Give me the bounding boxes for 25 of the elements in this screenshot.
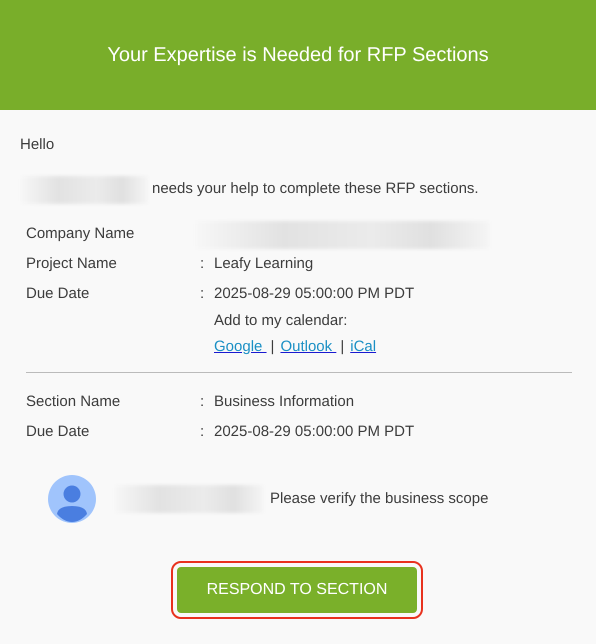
intro-text: needs your help to complete these RFP sections. (152, 179, 479, 200)
separator-text: : (200, 422, 206, 442)
field-value: Leafy Learning (214, 254, 314, 274)
field-label: Project Name (26, 254, 118, 274)
calendar-link[interactable]: Google (214, 336, 267, 358)
calendar-link[interactable]: Outlook (280, 336, 336, 358)
field-label: Company Name (26, 224, 136, 244)
separator-text: : (200, 392, 206, 412)
field-value: Business Information (214, 392, 354, 412)
link-divider: | (270, 336, 274, 356)
comment-text: Please verify the business scope (270, 488, 488, 509)
calendar-link[interactable]: iCal (350, 336, 376, 358)
field-label: Due Date (26, 422, 90, 442)
field-label: Section Name (26, 392, 122, 412)
separator-text: : (200, 284, 206, 304)
link-divider: | (340, 336, 344, 356)
separator-text: : (200, 254, 206, 274)
respond-button[interactable]: RESPOND TO SECTION (177, 567, 417, 613)
greeting-text: Hello (19, 135, 56, 155)
calendar-label: Add to my calendar: (214, 310, 348, 330)
field-value: 2025-08-29 05:00:00 PM PDT (214, 422, 414, 442)
avatar-icon (48, 475, 96, 523)
email-title: Your Expertise is Needed for RFP Sections (107, 43, 489, 68)
field-value: 2025-08-29 05:00:00 PM PDT (214, 284, 414, 304)
field-label: Due Date (26, 284, 90, 304)
